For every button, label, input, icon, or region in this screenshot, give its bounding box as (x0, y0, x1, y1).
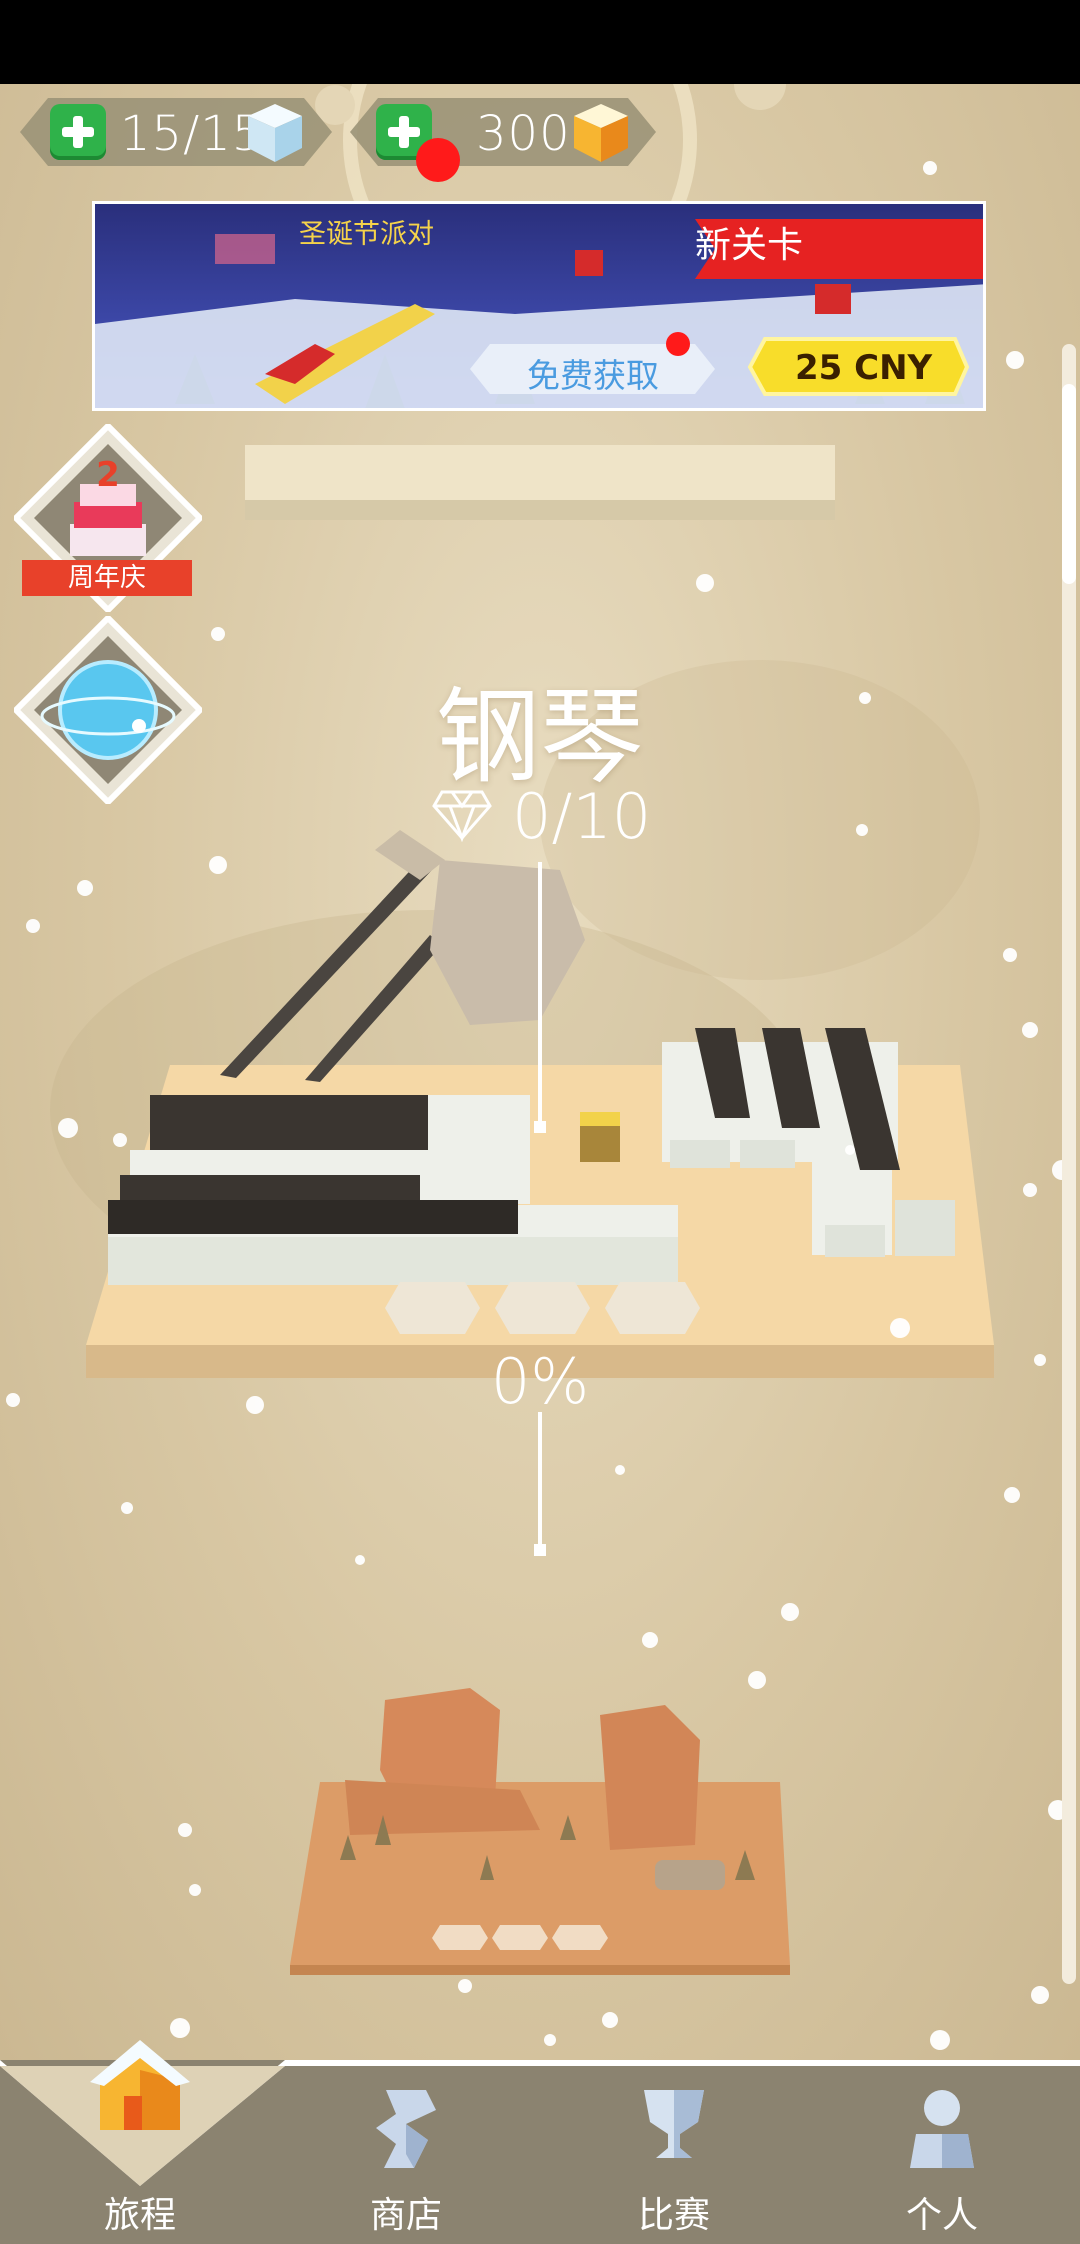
nav-shop-label: 商店 (369, 2195, 442, 2236)
gems-collected: 0/10 (512, 780, 652, 853)
scroll-thumb[interactable] (1062, 384, 1076, 584)
svg-text:2: 2 (96, 455, 120, 495)
status-bar (0, 0, 1080, 84)
nav-journey-label: 旅程 (103, 2195, 176, 2236)
nav-profile[interactable]: 个人 (842, 2060, 1042, 2244)
new-level-tag: 新关卡 (695, 225, 804, 266)
nav-shop[interactable]: 商店 (306, 2060, 506, 2244)
cubes-counter: 15/15 (14, 98, 332, 166)
nav-journey[interactable]: 旅程 (40, 2040, 240, 2244)
ice-cube-icon (248, 104, 302, 162)
add-cubes-button[interactable] (50, 104, 106, 160)
gems-counter: 300 (346, 98, 656, 182)
nav-competition-label: 比赛 (637, 2195, 710, 2236)
free-get-button[interactable]: 免费获取 (527, 349, 659, 397)
notification-dot (416, 138, 460, 182)
gems-value: 300 (476, 106, 571, 162)
shop-icon (376, 2090, 436, 2168)
anniversary-label: 周年庆 (22, 560, 192, 596)
price-button[interactable]: 25 CNY (795, 348, 932, 388)
nav-profile-label: 个人 (905, 2195, 978, 2236)
gold-cube-icon (574, 104, 628, 162)
diamond-icon (432, 790, 492, 842)
nav-competition[interactable]: 比赛 (574, 2060, 774, 2244)
person-icon (910, 2090, 974, 2168)
house-icon (90, 2040, 190, 2130)
trophy-icon (644, 2090, 704, 2158)
scrollbar[interactable] (1062, 344, 1076, 1984)
level-progress: 0% (490, 1345, 590, 1418)
banner-title: 圣诞节派对 (299, 219, 434, 250)
christmas-promo-banner[interactable]: 圣诞节派对 新关卡 免费获取 25 CNY (92, 201, 986, 411)
bottom-nav: 旅程 商店 比赛 个人 (0, 2040, 1080, 2244)
